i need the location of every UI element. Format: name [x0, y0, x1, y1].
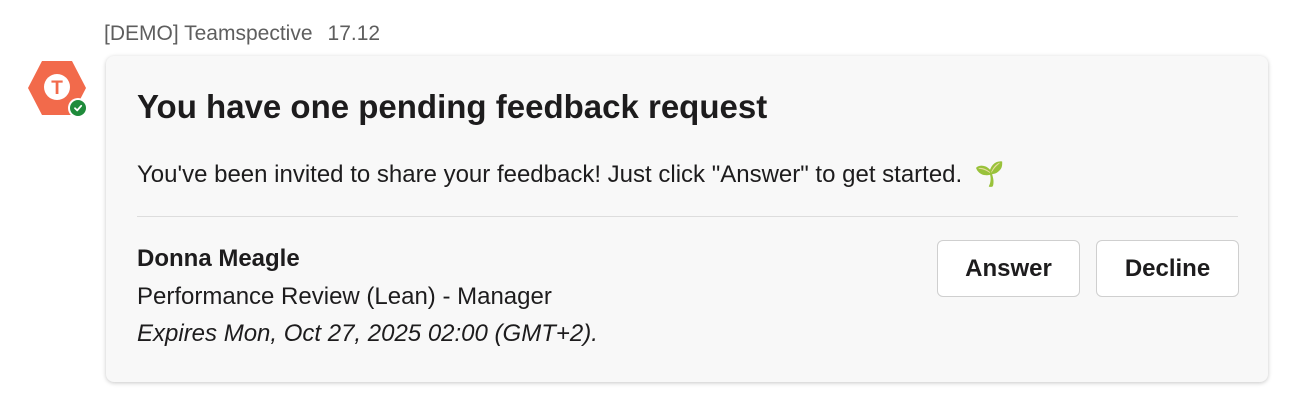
card-description-text: You've been invited to share your feedba…	[137, 161, 963, 188]
expiry-date: Expires Mon, Oct 27, 2025 02:00 (GMT+2).	[137, 320, 598, 347]
review-type: Performance Review (Lean) - Manager	[137, 283, 552, 310]
avatar-letter: T	[51, 78, 63, 99]
card-description: You've been invited to share your feedba…	[137, 160, 1005, 189]
decline-button[interactable]: Decline	[1096, 240, 1239, 297]
divider	[137, 216, 1238, 217]
checkmark-icon	[74, 104, 83, 112]
message-timestamp[interactable]: 17.12	[328, 22, 381, 46]
avatar[interactable]: T	[26, 58, 88, 118]
sender-name[interactable]: [DEMO] Teamspective	[104, 22, 313, 46]
chat-message: T [DEMO] Teamspective 17.12 You have one…	[0, 0, 1300, 410]
feedback-request-card: You have one pending feedback request Yo…	[106, 56, 1268, 382]
card-title: You have one pending feedback request	[137, 88, 768, 125]
seedling-icon: 🌱	[974, 161, 1005, 188]
presence-badge	[68, 98, 88, 118]
requester-name: Donna Meagle	[137, 245, 300, 272]
answer-button[interactable]: Answer	[937, 240, 1080, 297]
message-header: [DEMO] Teamspective 17.12	[104, 20, 380, 48]
